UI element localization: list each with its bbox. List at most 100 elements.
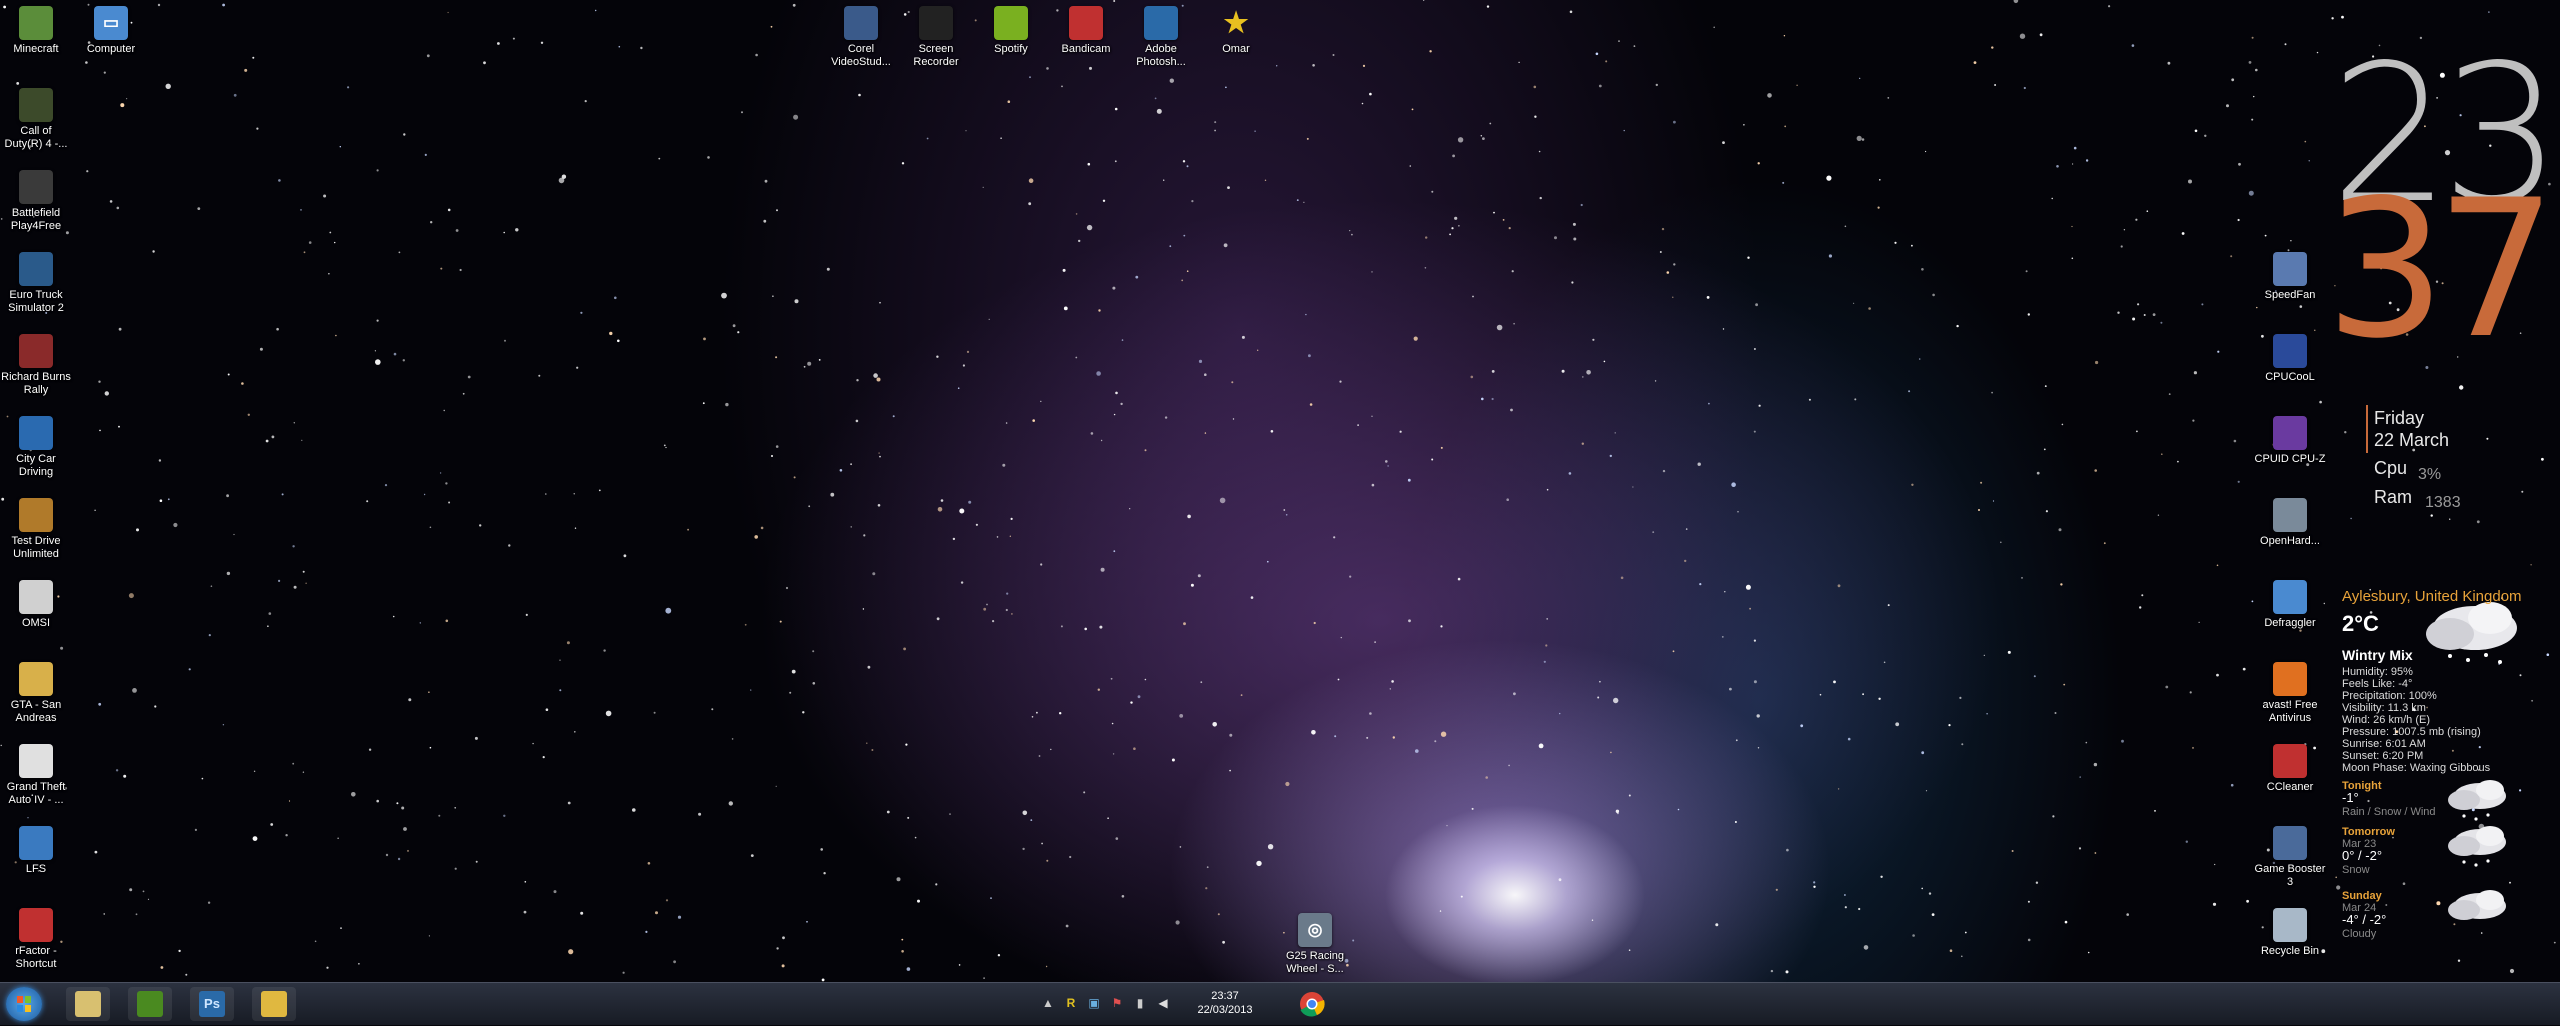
network-icon[interactable]: ▣ — [1086, 995, 1102, 1011]
test-drive-icon — [19, 498, 53, 532]
desktop-icon-cpuz[interactable]: CPUID CPU-Z — [2254, 416, 2326, 466]
desktop-icon-screen-recorder[interactable]: Screen Recorder — [900, 6, 972, 69]
desktop-icon-bandicam[interactable]: Bandicam — [1050, 6, 1122, 56]
icon-label: LFS — [25, 863, 47, 875]
game-booster-icon — [2273, 826, 2307, 860]
desktop[interactable]: Minecraft Call of Duty(R) 4 -... Battlefie… — [0, 0, 2560, 982]
clock-minute: 37 — [2325, 159, 2557, 380]
desktop-icon-corel[interactable]: Corel VideoStud... — [825, 6, 897, 69]
desktop-icon-speedfan[interactable]: SpeedFan — [2254, 252, 2326, 302]
icon-label: Euro Truck Simulator 2 — [8, 289, 64, 314]
signal-icon[interactable]: ▮ — [1132, 995, 1148, 1011]
lfs-icon — [19, 826, 53, 860]
avast-icon — [2273, 662, 2307, 696]
desktop-icon-cpucool[interactable]: CPUCooL — [2254, 334, 2326, 384]
bandicam-icon — [1069, 6, 1103, 40]
desktop-icon-gta-sa-folder[interactable]: GTA - San Andreas — [0, 662, 72, 725]
icon-label: Omar — [1222, 43, 1250, 55]
desktop-icon-avast[interactable]: avast! Free Antivirus — [2254, 662, 2326, 725]
icon-label: avast! Free Antivirus — [2262, 699, 2318, 724]
call-of-duty-icon — [19, 88, 53, 122]
icon-label: Screen Recorder — [913, 43, 959, 68]
weather-detail-line: Wind: 26 km/h (E) — [2342, 714, 2431, 726]
desktop-icon-minecraft[interactable]: Minecraft — [0, 6, 72, 56]
desktop-icon-gta-iv[interactable]: Grand Theft Auto IV - ... — [0, 744, 72, 807]
minecraft-icon — [19, 6, 53, 40]
weather-temp: 2°C — [2342, 611, 2379, 636]
action-center-icon[interactable]: ⚑ — [1109, 995, 1125, 1011]
icon-label: Spotify — [994, 43, 1028, 55]
recycle-bin-icon — [2273, 908, 2307, 942]
spotify-icon — [994, 6, 1028, 40]
weather-location: Aylesbury, United Kingdom — [2342, 588, 2522, 605]
desktop-icon-city-car[interactable]: City Car Driving — [0, 416, 72, 479]
desktop-icon-ccleaner[interactable]: CCleaner — [2254, 744, 2326, 794]
taskbar-time: 23:37 — [1211, 990, 1239, 1002]
weather-detail-line: Moon Phase: Waxing Gibbous — [2342, 762, 2491, 774]
desktop-icon-rfactor[interactable]: rFactor - Shortcut — [0, 908, 72, 971]
desktop-icon-richard-burns[interactable]: Richard Burns Rally — [0, 334, 72, 397]
forecast-temps: -4° / -2° — [2342, 912, 2387, 927]
ram-value: 1383 — [2425, 494, 2461, 511]
start-button[interactable] — [6, 987, 42, 1021]
icon-label: SpeedFan — [2264, 289, 2316, 301]
weather-detail-line: Visibility: 11.3 km — [2342, 702, 2426, 714]
rivatuner-icon[interactable]: R — [1063, 995, 1079, 1011]
taskbar-pinned-photoshop-taskbar[interactable]: Ps — [190, 987, 234, 1021]
cpu-label: Cpu — [2374, 458, 2408, 478]
star-icon: ★ — [1223, 7, 1249, 38]
desktop-icon-lfs[interactable]: LFS — [0, 826, 72, 876]
forecast-cloud-icon — [2448, 890, 2506, 920]
taskbar-clock[interactable]: 23:37 22/03/2013 — [1185, 989, 1265, 1017]
icon-label: rFactor - Shortcut — [15, 945, 57, 970]
desktop-icon-game-booster[interactable]: Game Booster 3 — [2254, 826, 2326, 889]
taskbar-pinned-paint[interactable] — [66, 987, 110, 1021]
windows-start-icon — [17, 996, 31, 1012]
forecast-desc: Snow — [2342, 864, 2370, 876]
desktop-icon-photoshop[interactable]: Adobe Photosh... — [1125, 6, 1197, 69]
show-hidden-icons-icon[interactable]: ▲ — [1040, 995, 1056, 1011]
taskbar-pinned-razer[interactable] — [128, 987, 172, 1021]
icon-label: Bandicam — [1061, 43, 1111, 55]
taskbar-date: 22/03/2013 — [1197, 1004, 1253, 1016]
desktop-icon-openhardware[interactable]: OpenHard... — [2254, 498, 2326, 548]
desktop-icon-battlefield[interactable]: Battlefield Play4Free — [0, 170, 72, 233]
weather-detail-line: Pressure: 1007.5 mb (rising) — [2342, 726, 2481, 738]
icon-label: CPUCooL — [2265, 371, 2315, 383]
paint-icon — [75, 991, 101, 1017]
taskbar-pinned-explorer-folder[interactable] — [252, 987, 296, 1021]
forecast-cloud-icon — [2448, 780, 2506, 821]
weather-condition: Wintry Mix — [2342, 647, 2413, 663]
desktop-icon-euro-truck[interactable]: Euro Truck Simulator 2 — [0, 252, 72, 315]
icon-label: City Car Driving — [16, 453, 56, 478]
desktop-icon-omsi[interactable]: OMSI — [0, 580, 72, 630]
weather-detail-line: Sunrise: 6:01 AM — [2342, 738, 2426, 750]
clock-date: 22 March — [2374, 430, 2450, 450]
date-accent-bar — [2366, 405, 2368, 453]
explorer-folder-icon — [261, 991, 287, 1017]
volume-icon[interactable]: ◀ — [1155, 995, 1171, 1011]
desktop-icon-test-drive[interactable]: Test Drive Unlimited — [0, 498, 72, 561]
icon-label: Corel VideoStud... — [831, 43, 891, 68]
desktop-icon-call-of-duty[interactable]: Call of Duty(R) 4 -... — [0, 88, 72, 151]
omsi-icon — [19, 580, 53, 614]
forecast-desc: Rain / Snow / Wind — [2342, 806, 2436, 818]
desktop-icon-recycle-bin[interactable]: Recycle Bin — [2254, 908, 2326, 958]
chrome-taskbar-button[interactable] — [1290, 987, 1334, 1021]
desktop-icon-spotify[interactable]: Spotify — [975, 6, 1047, 56]
icon-label: Grand Theft Auto IV - ... — [6, 781, 66, 806]
forecast-desc: Cloudy — [2342, 928, 2377, 940]
desktop-icon-star[interactable]: ★ Omar — [1200, 6, 1272, 56]
desktop-icon-computer[interactable]: ▭ Computer — [75, 6, 147, 56]
cpucool-icon — [2273, 334, 2307, 368]
icon-label: CPUID CPU-Z — [2254, 453, 2326, 465]
icon-label: Call of Duty(R) 4 -... — [4, 125, 68, 150]
icon-label: Recycle Bin — [2260, 945, 2320, 957]
forecast-temps: -1° — [2342, 790, 2359, 805]
taskbar: Ps ▲ R ▣ ⚑ ▮ ◀ 23:37 22/03/2013 — [0, 982, 2560, 1025]
forecast-title: Tomorrow — [2342, 826, 2395, 838]
desktop-icon-defraggler[interactable]: Defraggler — [2254, 580, 2326, 630]
desktop-icon-g25-racing-wheel[interactable]: ◎ G25 Racing Wheel - S... — [1279, 913, 1351, 976]
snow-cloud-icon — [2426, 602, 2517, 664]
rfactor-icon — [19, 908, 53, 942]
